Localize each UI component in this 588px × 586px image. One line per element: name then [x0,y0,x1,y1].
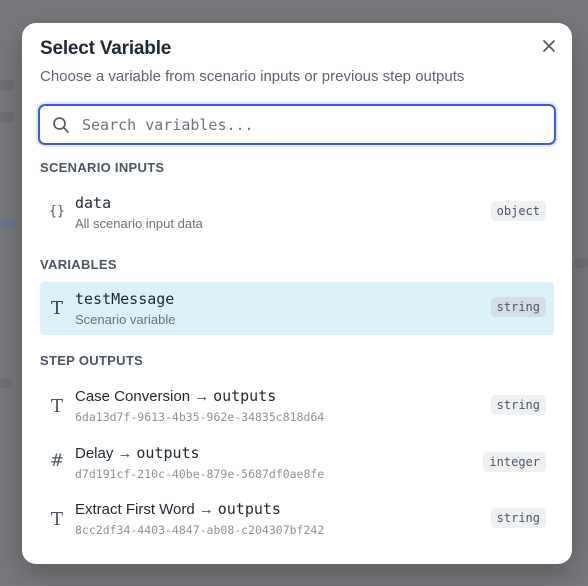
text-type-icon: T [50,297,63,319]
dialog-title: Select Variable [40,38,172,59]
step-id: d7d191cf-210c-40be-879e-5687df0ae8fe [75,467,325,481]
step-name: Delay [75,445,114,462]
output-field: outputs [217,500,281,518]
variable-name: data [75,194,112,212]
variable-name: testMessage [75,290,175,308]
close-button[interactable] [540,37,558,55]
output-field: outputs [136,444,200,462]
variable-item-testmessage[interactable]: T testMessage Scenario variable string [40,282,554,335]
select-variable-dialog: Select Variable Choose a variable from s… [22,23,572,564]
type-badge: string [490,297,546,317]
hash-icon: # [49,451,65,471]
step-name: Extract First Word [75,501,195,518]
arrow-icon: → [117,445,133,462]
type-badge: string [490,395,546,415]
type-badge: integer [483,452,546,472]
step-name: Case Conversion [75,388,191,405]
step-output-item[interactable]: # Delay → outputs d7d191cf-210c-40be-879e-… [40,437,554,487]
output-field: outputs [213,387,277,405]
step-id: 6da13d7f-9613-4b35-962e-34835c818d64 [75,410,325,424]
search-icon [53,117,69,133]
step-output-title: Delay → outputs [75,444,200,462]
text-type-icon: T [50,395,63,417]
text-type-icon: T [50,508,63,530]
section-label-scenario-inputs: SCENARIO INPUTS [40,160,165,175]
type-badge: object [490,201,546,221]
step-output-item[interactable]: T Case Conversion → outputs 6da13d7f-9613-… [40,380,554,430]
step-output-title: Extract First Word → outputs [75,500,281,518]
search-input[interactable] [80,112,544,138]
section-label-step-outputs: STEP OUTPUTS [40,353,144,368]
close-icon [543,40,555,52]
dialog-subtitle: Choose a variable from scenario inputs o… [40,68,465,85]
arrow-icon: → [198,501,214,518]
type-badge: string [490,508,546,528]
variable-description: Scenario variable [75,312,176,327]
braces-icon: {} [49,203,65,219]
variable-item-data[interactable]: {} data All scenario input data object [40,186,554,236]
search-field[interactable] [38,104,556,145]
step-id: 8cc2df34-4403-4847-ab08-c204307bf242 [75,523,325,537]
section-label-variables: VARIABLES [40,257,117,272]
arrow-icon: → [194,388,210,405]
step-output-title: Case Conversion → outputs [75,387,276,405]
step-output-item[interactable]: T Extract First Word → outputs 8cc2df34-44… [40,493,554,543]
variable-description: All scenario input data [75,216,203,231]
